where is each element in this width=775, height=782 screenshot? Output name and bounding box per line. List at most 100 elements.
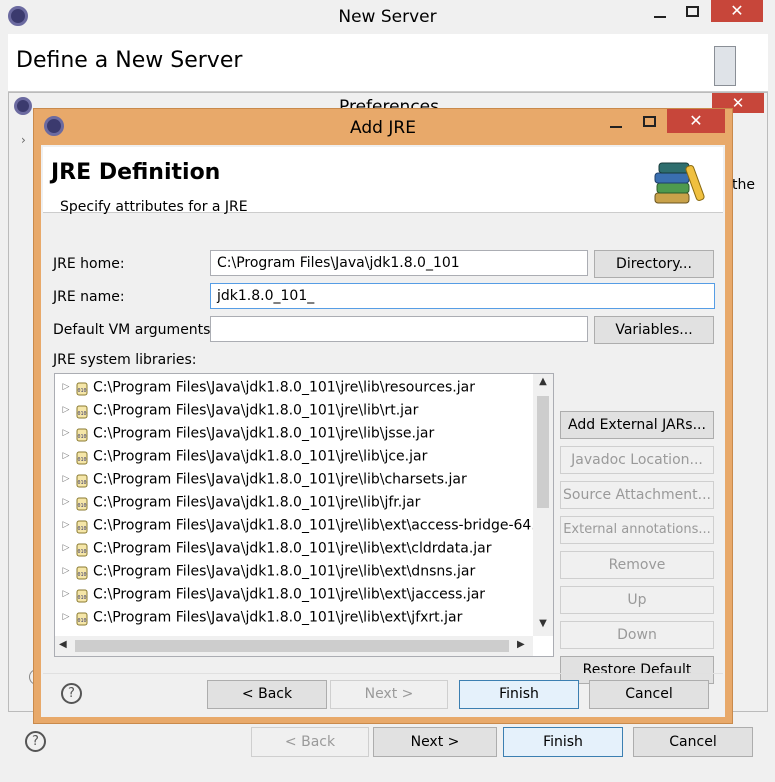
expand-triangle-icon[interactable]: ▷ [59, 376, 73, 399]
libraries-vertical-scrollbar[interactable]: ▲ ▼ [533, 374, 553, 636]
jar-icon: 010 [75, 588, 89, 602]
minimize-icon[interactable] [654, 16, 666, 18]
expand-triangle-icon[interactable]: ▷ [59, 491, 73, 514]
new-server-header-panel: Define a New Server [8, 34, 768, 92]
svg-text:010: 010 [77, 595, 86, 601]
svg-text:010: 010 [77, 411, 86, 417]
variables-button[interactable]: Variables... [594, 316, 714, 344]
scroll-down-icon[interactable]: ▼ [533, 618, 553, 629]
jar-icon: 010 [75, 404, 89, 418]
library-row[interactable]: ▷ 010 C:\Program Files\Java\jdk1.8.0_101\j… [59, 376, 475, 399]
new-server-back-button[interactable]: < Back [251, 727, 369, 757]
new-server-titlebar: New Server ✕ [0, 0, 775, 34]
vm-args-input[interactable] [210, 316, 588, 342]
source-attachment-button[interactable]: Source Attachment... [560, 481, 714, 509]
expand-triangle-icon[interactable]: ▷ [59, 537, 73, 560]
close-button[interactable]: ✕ [711, 0, 763, 22]
remove-button[interactable]: Remove [560, 551, 714, 579]
scroll-thumb-vertical[interactable] [537, 396, 549, 508]
add-jre-finish-button[interactable]: Finish [459, 680, 579, 709]
svg-text:010: 010 [77, 549, 86, 555]
libraries-rows: ▷ 010 C:\Program Files\Java\jdk1.8.0_101\j… [59, 376, 535, 634]
add-jre-maximize-icon[interactable] [643, 116, 656, 127]
add-jre-title: Add JRE [350, 118, 416, 138]
expand-triangle-icon[interactable]: ▷ [59, 468, 73, 491]
svg-text:010: 010 [77, 572, 86, 578]
expand-triangle-icon[interactable]: ▷ [59, 399, 73, 422]
down-button[interactable]: Down [560, 621, 714, 649]
up-button[interactable]: Up [560, 586, 714, 614]
new-server-cancel-button[interactable]: Cancel [633, 727, 753, 757]
jre-definition-title: JRE Definition [51, 160, 221, 185]
directory-button[interactable]: Directory... [594, 250, 714, 278]
new-server-header: Define a New Server [16, 48, 243, 73]
svg-text:010: 010 [77, 388, 86, 394]
library-path: C:\Program Files\Java\jdk1.8.0_101\jre\l… [93, 517, 535, 534]
jre-libraries-list[interactable]: ▷ 010 C:\Program Files\Java\jdk1.8.0_101\j… [54, 373, 554, 657]
javadoc-location-button[interactable]: Javadoc Location... [560, 446, 714, 474]
library-path: C:\Program Files\Java\jdk1.8.0_101\jre\l… [93, 471, 467, 488]
svg-text:010: 010 [77, 434, 86, 440]
add-jre-minimize-icon[interactable] [610, 126, 622, 128]
jar-icon: 010 [75, 473, 89, 487]
preferences-gear-icon [14, 97, 32, 115]
expand-triangle-icon[interactable]: ▷ [59, 583, 73, 606]
add-jre-back-button[interactable]: < Back [207, 680, 327, 709]
expand-triangle-icon[interactable]: ▷ [59, 606, 73, 629]
new-server-finish-button[interactable]: Finish [503, 727, 623, 757]
library-row[interactable]: ▷ 010 C:\Program Files\Java\jdk1.8.0_101\j… [59, 514, 535, 537]
libraries-horizontal-scrollbar[interactable]: ◀ ▶ [55, 636, 533, 656]
add-jre-help-icon[interactable]: ? [61, 683, 82, 704]
library-path: C:\Program Files\Java\jdk1.8.0_101\jre\l… [93, 448, 428, 465]
new-server-help-icon[interactable]: ? [25, 731, 46, 752]
vm-args-label: Default VM arguments: [53, 322, 216, 338]
library-row[interactable]: ▷ 010 C:\Program Files\Java\jdk1.8.0_101\j… [59, 445, 428, 468]
jar-icon: 010 [75, 611, 89, 625]
add-jre-close-button[interactable]: ✕ [667, 109, 725, 133]
library-path: C:\Program Files\Java\jdk1.8.0_101\jre\l… [93, 609, 463, 626]
new-server-next-button[interactable]: Next > [373, 727, 497, 757]
add-jre-next-button[interactable]: Next > [330, 680, 448, 709]
expand-triangle-icon[interactable]: ▷ [59, 514, 73, 537]
add-jre-dialog: Add JRE ✕ JRE Definition Specify attribu… [33, 108, 733, 724]
jar-icon: 010 [75, 565, 89, 579]
library-row[interactable]: ▷ 010 C:\Program Files\Java\jdk1.8.0_101\j… [59, 422, 435, 445]
library-path: C:\Program Files\Java\jdk1.8.0_101\jre\l… [93, 563, 476, 580]
scroll-left-icon[interactable]: ◀ [59, 639, 67, 650]
jar-icon: 010 [75, 519, 89, 533]
preferences-tree-chevron-icon: › [21, 133, 26, 147]
svg-text:010: 010 [77, 457, 86, 463]
jar-icon: 010 [75, 450, 89, 464]
library-row[interactable]: ▷ 010 C:\Program Files\Java\jdk1.8.0_101\j… [59, 491, 421, 514]
add-jre-body: JRE Definition Specify attributes for a … [41, 145, 725, 717]
add-jre-cancel-button[interactable]: Cancel [589, 680, 709, 709]
jre-name-input[interactable]: jdk1.8.0_101_ [210, 283, 715, 309]
expand-triangle-icon[interactable]: ▷ [59, 560, 73, 583]
library-row[interactable]: ▷ 010 C:\Program Files\Java\jdk1.8.0_101\j… [59, 399, 419, 422]
scroll-thumb-horizontal[interactable] [75, 640, 509, 652]
jar-icon: 010 [75, 381, 89, 395]
svg-text:010: 010 [77, 480, 86, 486]
scroll-up-icon[interactable]: ▲ [533, 376, 553, 387]
library-path: C:\Program Files\Java\jdk1.8.0_101\jre\l… [93, 494, 421, 511]
library-path: C:\Program Files\Java\jdk1.8.0_101\jre\l… [93, 379, 475, 396]
maximize-icon[interactable] [686, 6, 699, 17]
library-row[interactable]: ▷ 010 C:\Program Files\Java\jdk1.8.0_101\j… [59, 537, 492, 560]
scroll-right-icon[interactable]: ▶ [517, 639, 525, 650]
library-row[interactable]: ▷ 010 C:\Program Files\Java\jdk1.8.0_101\j… [59, 560, 476, 583]
add-external-jars-button[interactable]: Add External JARs... [560, 411, 714, 439]
expand-triangle-icon[interactable]: ▷ [59, 422, 73, 445]
expand-triangle-icon[interactable]: ▷ [59, 445, 73, 468]
preferences-partial-text: the [732, 177, 755, 193]
library-row[interactable]: ▷ 010 C:\Program Files\Java\jdk1.8.0_101\j… [59, 583, 486, 606]
svg-text:010: 010 [77, 503, 86, 509]
library-path: C:\Program Files\Java\jdk1.8.0_101\jre\l… [93, 586, 486, 603]
library-row[interactable]: ▷ 010 C:\Program Files\Java\jdk1.8.0_101\j… [59, 606, 463, 629]
jre-home-label: JRE home: [53, 256, 125, 272]
library-row[interactable]: ▷ 010 C:\Program Files\Java\jdk1.8.0_101\j… [59, 468, 467, 491]
footer-divider [43, 673, 723, 674]
jre-home-input[interactable]: C:\Program Files\Java\jdk1.8.0_101 [210, 250, 588, 276]
library-path: C:\Program Files\Java\jdk1.8.0_101\jre\l… [93, 425, 435, 442]
jar-icon: 010 [75, 427, 89, 441]
external-annotations-button[interactable]: External annotations... [560, 516, 714, 544]
